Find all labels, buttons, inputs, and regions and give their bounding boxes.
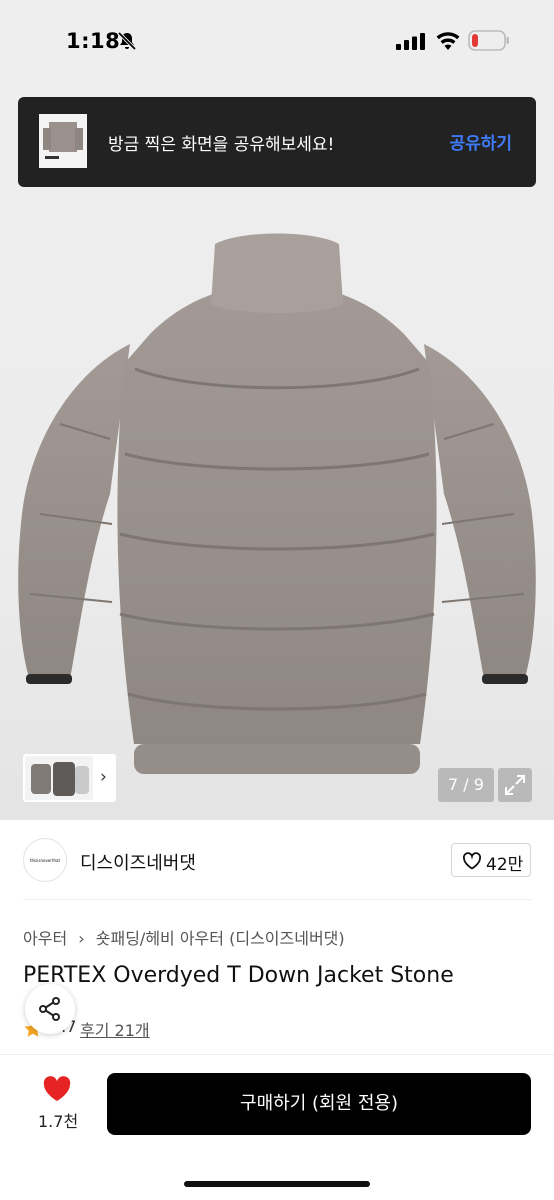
signal-icon: [396, 33, 425, 50]
breadcrumb: 아우터 › 숏패딩/헤비 아우터 (디스이즈네버댓): [23, 925, 345, 949]
product-title: PERTEX Overdyed T Down Jacket Stone: [23, 963, 454, 988]
thumbnail-strip[interactable]: ›: [23, 754, 116, 802]
jacket-image: [18, 233, 536, 774]
share-action-button[interactable]: 공유하기: [449, 129, 512, 154]
brand-like-button[interactable]: 42만: [451, 843, 531, 877]
heart-outline-icon: [463, 852, 481, 870]
brand-name[interactable]: 디스이즈네버댓: [80, 849, 196, 875]
buy-button[interactable]: 구매하기 (회원 전용): [107, 1073, 531, 1135]
breadcrumb-item[interactable]: 아우터: [23, 929, 67, 948]
breadcrumb-item[interactable]: (디스이즈네버댓): [229, 929, 345, 948]
expand-button[interactable]: [498, 768, 532, 802]
product-image-area[interactable]: [0, 84, 554, 820]
home-indicator: [184, 1181, 370, 1187]
wifi-icon: [436, 32, 460, 50]
share-thumbnail: [39, 114, 87, 168]
chevron-right-icon: ›: [78, 929, 85, 948]
share-message: 방금 찍은 화면을 공유해보세요!: [108, 135, 335, 155]
chevron-right-icon[interactable]: ›: [100, 767, 107, 787]
status-bar: 1:18: [0, 0, 554, 84]
breadcrumb-item[interactable]: 숏패딩/헤비 아우터: [96, 929, 224, 948]
thumbnail-image[interactable]: [25, 756, 93, 800]
status-time: 1:18: [66, 29, 121, 53]
share-icon: [39, 997, 60, 1021]
share-banner: 방금 찍은 화면을 공유해보세요! 공유하기: [18, 97, 536, 187]
expand-icon: [505, 775, 525, 795]
wish-count: 1.7천: [38, 1112, 79, 1131]
share-button[interactable]: [25, 984, 75, 1034]
divider: [23, 899, 531, 900]
image-counter: 7 / 9: [438, 768, 494, 802]
heart-filled-icon[interactable]: [42, 1075, 72, 1103]
review-link[interactable]: 후기 21개: [80, 1017, 150, 1041]
bell-slash-icon: [117, 31, 137, 51]
brand-logo[interactable]: thisisneverthat: [23, 838, 67, 882]
battery-icon: [468, 30, 509, 51]
brand-like-count: 42만: [486, 855, 524, 875]
